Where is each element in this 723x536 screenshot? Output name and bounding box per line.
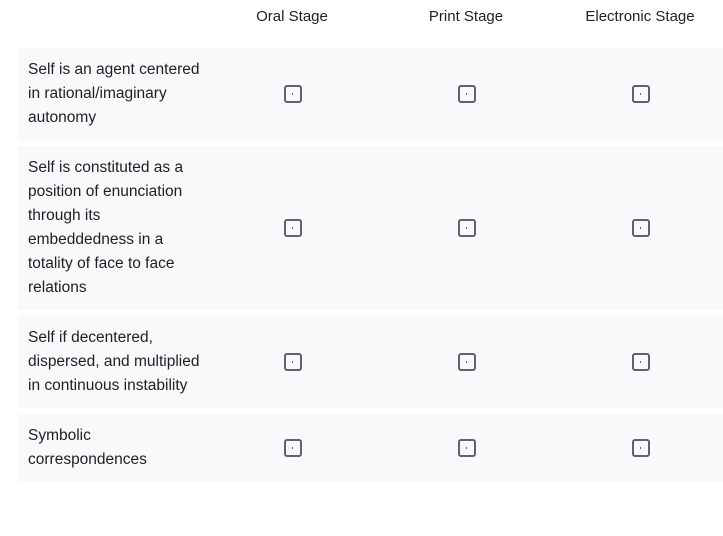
checkbox-focus-dot [640, 361, 641, 363]
checkbox-row1-electronic[interactable] [632, 85, 650, 103]
checkbox-focus-dot [640, 227, 641, 229]
grid-header: Oral Stage Print Stage Electronic Stage [18, 0, 723, 36]
grid-cell [206, 48, 380, 140]
checkbox-row2-oral[interactable] [284, 219, 302, 237]
grid-cell [554, 48, 723, 140]
checkbox-row4-print[interactable] [458, 439, 476, 457]
checkbox-focus-dot [466, 447, 467, 449]
checkbox-focus-dot [466, 93, 467, 95]
checkbox-row2-print[interactable] [458, 219, 476, 237]
grid-row: Symbolic correspondences [18, 414, 723, 482]
checkbox-row1-print[interactable] [458, 85, 476, 103]
checkbox-row2-electronic[interactable] [632, 219, 650, 237]
checkbox-focus-dot [292, 227, 293, 229]
grid-row: Self is an agent centered in rational/im… [18, 48, 723, 140]
grid-cell [554, 146, 723, 310]
checkbox-row3-electronic[interactable] [632, 353, 650, 371]
checkbox-row3-oral[interactable] [284, 353, 302, 371]
grid-row: Self is constituted as a position of enu… [18, 146, 723, 310]
row-label: Symbolic correspondences [18, 414, 206, 482]
checkbox-row3-print[interactable] [458, 353, 476, 371]
checkbox-focus-dot [292, 361, 293, 363]
checkbox-row4-electronic[interactable] [632, 439, 650, 457]
row-label: Self is an agent centered in rational/im… [18, 48, 206, 140]
row-label: Self is constituted as a position of enu… [18, 146, 206, 310]
checkbox-focus-dot [466, 227, 467, 229]
grid-cell [206, 316, 380, 408]
row-label: Self if decentered, dispersed, and multi… [18, 316, 206, 408]
column-header-oral-stage: Oral Stage [256, 7, 328, 25]
checkbox-row1-oral[interactable] [284, 85, 302, 103]
grid-cell [554, 316, 723, 408]
grid-cell [380, 48, 554, 140]
checkbox-focus-dot [640, 447, 641, 449]
grid-cell [380, 414, 554, 482]
column-header-print-stage: Print Stage [428, 7, 504, 25]
grid-cell [380, 146, 554, 310]
checkbox-row4-oral[interactable] [284, 439, 302, 457]
grid-cell [206, 146, 380, 310]
grid-cell [380, 316, 554, 408]
checkbox-grid-question: Oral Stage Print Stage Electronic Stage … [18, 0, 723, 482]
grid-cell [554, 414, 723, 482]
column-header-electronic-stage: Electronic Stage [585, 7, 695, 25]
checkbox-focus-dot [292, 93, 293, 95]
grid-row: Self if decentered, dispersed, and multi… [18, 316, 723, 408]
checkbox-focus-dot [466, 361, 467, 363]
checkbox-focus-dot [292, 447, 293, 449]
checkbox-focus-dot [640, 93, 641, 95]
grid-cell [206, 414, 380, 482]
